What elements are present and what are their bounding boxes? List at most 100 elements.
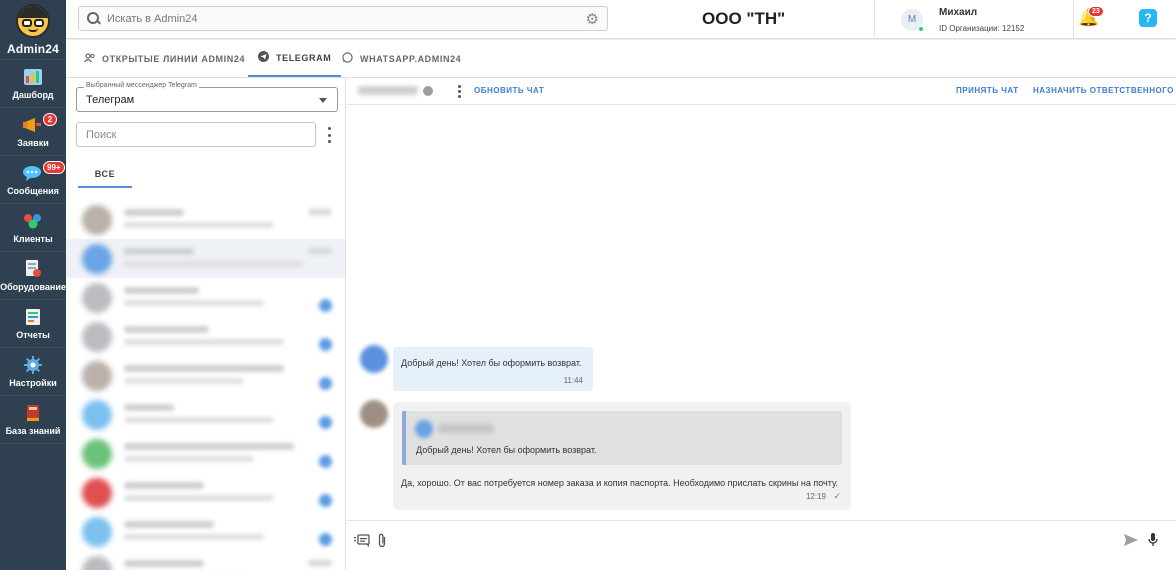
list-item[interactable] xyxy=(66,434,345,473)
sidebar-item-knowledge-base[interactable]: База знаний xyxy=(0,396,66,444)
users-icon xyxy=(84,52,95,65)
sidebar-item-requests[interactable]: 2 Заявки xyxy=(0,108,66,156)
sidebar-item-reports[interactable]: Отчеты xyxy=(0,300,66,348)
quoted-text: Добрый день! Хотел бы оформить возврат. xyxy=(416,445,597,455)
dashboard-icon xyxy=(23,68,43,86)
message-time: 12:19 xyxy=(805,492,826,501)
sidebar-item-label: Оборудование xyxy=(0,281,66,292)
global-search-input[interactable] xyxy=(107,12,586,25)
sidebar-item-messages[interactable]: 99+ Сообщения xyxy=(0,156,66,204)
message-text: Да, хорошо. От вас потребуется номер зак… xyxy=(401,478,839,488)
conversations-panel: Выбранный мессенджер Telegram Телеграм В… xyxy=(66,78,346,570)
notifications-badge: 23 xyxy=(1088,6,1104,17)
avatar xyxy=(360,345,388,373)
topbar: ⚙ ООО "ТН" M Михаил ID Организации: 1215… xyxy=(66,0,1176,39)
sidebar-item-settings[interactable]: Настройки xyxy=(0,348,66,396)
notifications-button[interactable]: 🔔 23 xyxy=(1078,6,1104,30)
clients-icon xyxy=(23,212,43,230)
conversation-search-input[interactable] xyxy=(76,122,316,147)
sidebar-item-dashboard[interactable]: Дашборд xyxy=(0,60,66,108)
avatar xyxy=(82,477,112,508)
quoted-message[interactable]: Добрый день! Хотел бы оформить возврат. xyxy=(402,411,842,465)
message-time: 11:44 xyxy=(563,376,583,385)
brand[interactable]: Admin24 xyxy=(0,0,66,60)
message-input[interactable] xyxy=(398,531,1108,553)
more-options-icon[interactable] xyxy=(324,127,334,143)
list-item[interactable] xyxy=(66,356,345,395)
contact-name xyxy=(358,86,418,95)
more-options-icon[interactable] xyxy=(457,85,461,98)
brand-name: Admin24 xyxy=(6,42,60,56)
sidebar-item-label: База знаний xyxy=(5,425,61,436)
sidebar-item-label: Отчеты xyxy=(16,329,50,340)
tab-label: TELEGRAM xyxy=(276,52,332,63)
send-icon[interactable] xyxy=(1124,534,1138,549)
messenger-select-label: Выбранный мессенджер Telegram xyxy=(84,82,199,89)
avatar xyxy=(82,516,112,547)
avatar xyxy=(82,321,112,352)
online-status-dot xyxy=(918,25,924,32)
checkmark-icon: ✓ xyxy=(833,491,841,501)
chat-header: ОБНОВИТЬ ЧАТ ПРИНЯТЬ ЧАТ НАЗНАЧИТЬ ОТВЕТ… xyxy=(346,78,1176,105)
list-item[interactable] xyxy=(66,473,345,512)
list-item[interactable] xyxy=(66,395,345,434)
avatar: M xyxy=(901,8,924,32)
gear-icon xyxy=(23,355,43,374)
assign-responsible-button[interactable]: НАЗНАЧИТЬ ОТВЕТСТВЕННОГО xyxy=(1033,86,1174,95)
avatar xyxy=(415,420,433,438)
global-search[interactable]: ⚙ xyxy=(78,6,608,31)
sidebar-item-label: Заявки xyxy=(17,137,49,148)
logo-icon xyxy=(16,4,50,38)
filter-tab-all[interactable]: ВСЕ xyxy=(78,162,132,188)
sidebar-item-label: Клиенты xyxy=(13,233,53,244)
tab-label: WHATSAPP.ADMIN24 xyxy=(360,53,462,64)
list-item[interactable] xyxy=(66,512,345,551)
sidebar: Admin24 Дашборд 2 Заявки 99+ Сообщения К… xyxy=(0,0,66,570)
list-item[interactable] xyxy=(66,278,345,317)
whatsapp-icon xyxy=(342,51,353,66)
company-name: ООО "ТН" xyxy=(702,9,786,28)
list-item[interactable] xyxy=(66,239,345,278)
quick-replies-icon[interactable] xyxy=(354,534,370,550)
list-item[interactable] xyxy=(66,317,345,356)
avatar xyxy=(82,282,112,313)
avatar xyxy=(82,399,112,430)
refresh-chat-button[interactable]: ОБНОВИТЬ ЧАТ xyxy=(474,86,544,95)
avatar xyxy=(82,555,112,570)
tab-telegram[interactable]: TELEGRAM xyxy=(248,40,342,77)
messenger-select-value: Телеграм xyxy=(86,94,135,106)
conversation-list xyxy=(66,200,345,570)
channel-tabs: ОТКРЫТЫЕ ЛИНИИ ADMIN24 TELEGRAM WHATSAPP… xyxy=(66,40,1176,78)
list-item[interactable] xyxy=(66,551,345,570)
outgoing-message: Добрый день! Хотел бы оформить возврат. … xyxy=(393,402,851,510)
user-name: Михаил xyxy=(939,6,978,18)
organization-id: ID Организации: 12152 xyxy=(939,23,1025,33)
equipment-icon xyxy=(23,259,43,278)
avatar xyxy=(82,360,112,391)
tab-open-lines[interactable]: ОТКРЫТЫЕ ЛИНИИ ADMIN24 xyxy=(84,40,245,77)
avatar xyxy=(82,204,112,235)
app: Admin24 Дашборд 2 Заявки 99+ Сообщения К… xyxy=(0,0,1176,570)
messenger-select[interactable]: Выбранный мессенджер Telegram Телеграм xyxy=(76,82,338,112)
list-item[interactable] xyxy=(66,200,345,239)
microphone-icon[interactable] xyxy=(1148,533,1158,550)
avatar xyxy=(82,438,112,469)
help-button[interactable]: ? xyxy=(1139,9,1157,27)
reports-icon xyxy=(23,308,43,326)
messages-badge: 99+ xyxy=(43,161,65,174)
search-settings-gear-icon[interactable]: ⚙ xyxy=(586,10,599,28)
sidebar-item-label: Дашборд xyxy=(12,89,54,100)
paperclip-icon[interactable] xyxy=(378,533,387,551)
user-profile[interactable]: M Михаил ID Организации: 12152 xyxy=(874,0,1074,39)
sidebar-item-label: Настройки xyxy=(9,377,57,388)
help-icon: ? xyxy=(1144,11,1152,25)
sidebar-item-clients[interactable]: Клиенты xyxy=(0,204,66,252)
accept-chat-button[interactable]: ПРИНЯТЬ ЧАТ xyxy=(956,86,1019,95)
megaphone-icon xyxy=(23,116,43,134)
requests-badge: 2 xyxy=(43,113,57,126)
telegram-icon xyxy=(258,50,269,65)
sidebar-item-label: Сообщения xyxy=(7,185,59,196)
sidebar-item-equipment[interactable]: Оборудование xyxy=(0,252,66,300)
quoted-author xyxy=(438,424,494,433)
tab-whatsapp[interactable]: WHATSAPP.ADMIN24 xyxy=(342,40,461,77)
